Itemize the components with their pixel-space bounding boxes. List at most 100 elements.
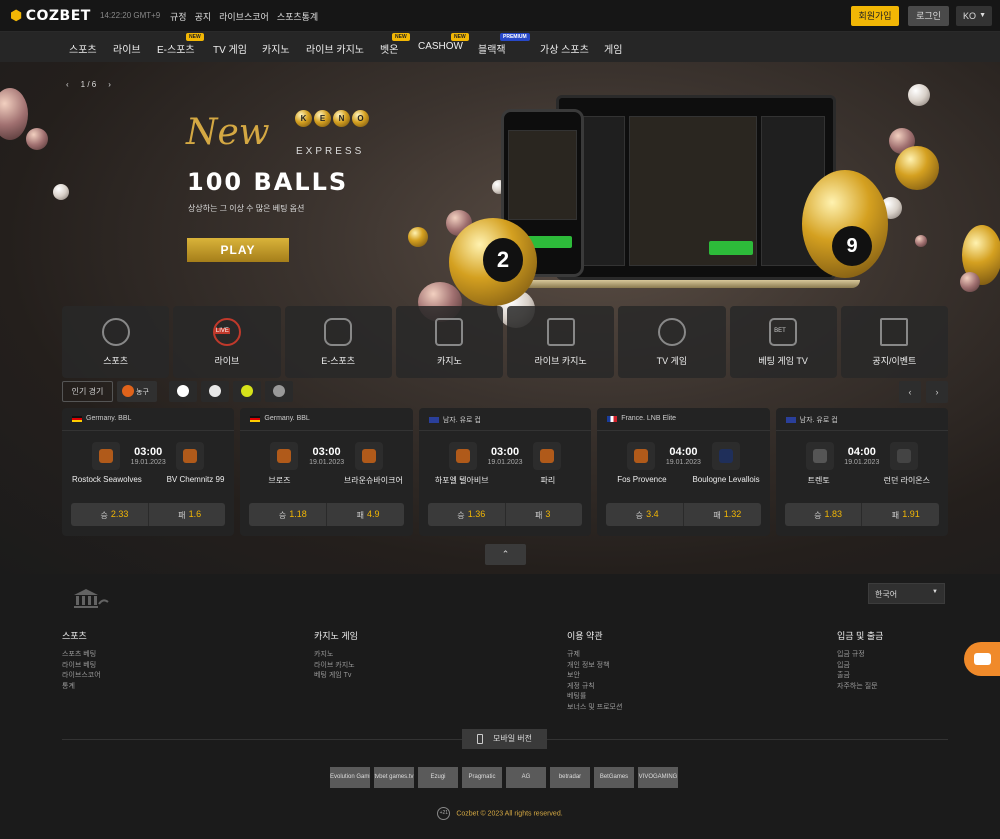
match-date: 19.01.2023	[130, 459, 166, 466]
odds-lose-button[interactable]: 패3	[504, 503, 583, 526]
nav-games[interactable]: 게임	[604, 41, 622, 56]
category-esports[interactable]: E-스포츠	[284, 306, 392, 378]
nav-live[interactable]: 라이브	[113, 41, 141, 56]
footer-link[interactable]: 라이브스코어	[62, 671, 101, 682]
odds-lose-button[interactable]: 패 1.91	[861, 503, 939, 526]
france-flag-icon	[607, 415, 618, 422]
footer-link[interactable]: 게정 규칙	[567, 682, 622, 693]
footer-link[interactable]: 보안	[567, 671, 622, 682]
top-link-livescore[interactable]: 라이브스코어	[219, 10, 269, 23]
footer-link[interactable]: 입금	[837, 661, 883, 672]
odds-win-button[interactable]: 승 1.36	[428, 503, 505, 526]
tab-volleyball[interactable]	[201, 381, 229, 402]
bank-icon	[74, 589, 109, 608]
provider-logo: VIVOGAMING	[638, 767, 678, 788]
login-button[interactable]: 로그인	[908, 6, 949, 26]
ball-number: 2	[483, 238, 523, 282]
decor-ball	[408, 227, 428, 247]
new-badge: NEW	[392, 33, 410, 41]
category-casino[interactable]: 카지노	[395, 306, 503, 378]
provider-logo: AG	[506, 767, 546, 788]
join-button[interactable]: 회원가입	[851, 6, 899, 26]
live-icon: LIVE	[212, 318, 241, 346]
top-link-stats[interactable]: 스포츠통계	[277, 10, 318, 23]
mobile-phone-icon	[476, 733, 483, 744]
footer-link[interactable]: 개인 정보 정책	[567, 661, 622, 672]
footer-link[interactable]: 라이브 베팅	[62, 661, 101, 672]
nav-esports[interactable]: E-스포츠 NEW	[157, 33, 204, 56]
screen-bet-button	[709, 241, 753, 255]
match-date: 19.01.2023	[487, 459, 523, 466]
popular-matches-tab[interactable]: 인기 경기	[62, 381, 113, 402]
footer-link[interactable]: 카지노	[314, 650, 358, 661]
volleyball-icon	[209, 385, 221, 397]
footer-col-title: 이용 약관	[567, 631, 603, 641]
footer-link[interactable]: 입금 규정	[837, 650, 883, 661]
tennis-ball-icon	[241, 385, 253, 397]
chevron-left-icon[interactable]: ‹	[66, 80, 69, 89]
tab-soccer[interactable]	[169, 381, 197, 402]
nav-blackjack[interactable]: 블랙잭 PREMIUM	[478, 33, 530, 56]
chevron-right-icon[interactable]: ›	[108, 80, 111, 89]
cozbet-logo[interactable]: ⬢ COZBET	[10, 8, 91, 24]
category-tv-game[interactable]: TV 게임	[618, 306, 726, 378]
decor-ball	[53, 184, 69, 200]
footer-link[interactable]: 라이브 카지노	[314, 661, 358, 672]
nav-cashow[interactable]: CASHOW NEW	[418, 33, 469, 52]
tab-hockey[interactable]	[265, 381, 293, 402]
odds-lose-button[interactable]: 패 4.9	[326, 503, 404, 526]
keno-express-label: EXPRESS	[296, 146, 365, 157]
play-button[interactable]: PLAY	[187, 238, 289, 262]
divider	[62, 430, 235, 431]
nav-live-casino[interactable]: 라이브 카지노	[306, 41, 364, 56]
footer-link[interactable]: 출금	[837, 671, 883, 682]
chat-button[interactable]	[964, 642, 1000, 676]
category-live-casino[interactable]: 라이브 카지노	[507, 306, 615, 378]
tab-tennis[interactable]	[233, 381, 261, 402]
odds-win-button[interactable]: 승 2.33	[71, 503, 148, 526]
top-link-notice[interactable]: 공지	[195, 10, 212, 23]
odds-win-button[interactable]: 승 3.4	[606, 503, 683, 526]
footer-link[interactable]: 통계	[62, 682, 101, 693]
collapse-button[interactable]: ⌃	[485, 544, 526, 565]
match-card[interactable]: Germany. BBL 03:00 19.01.2023 Rostock Se…	[62, 408, 235, 536]
nav-tv-game[interactable]: TV 게임	[213, 41, 247, 56]
odds-win-button[interactable]: 승 1.18	[249, 503, 326, 526]
nav-casino[interactable]: 카지노	[262, 41, 290, 56]
footer-link[interactable]: 베팅률	[567, 692, 622, 703]
footer-link[interactable]: 자주하는 질문	[837, 682, 883, 693]
next-arrow-button[interactable]: ›	[926, 381, 948, 403]
category-live[interactable]: LIVE 라이브	[173, 306, 281, 378]
odds-lose-button[interactable]: 패 1.32	[682, 503, 761, 526]
category-sports[interactable]: 스포츠	[62, 306, 170, 378]
decor-ball	[960, 272, 980, 292]
footer-link[interactable]: 보너스 및 프로모션	[567, 703, 622, 714]
category-events[interactable]: 공지/이벤트	[840, 306, 948, 378]
category-grid: 스포츠 LIVE 라이브 E-스포츠 카지노 라이브 카지노 TV 게임 BET 베…	[62, 306, 948, 378]
match-card[interactable]: 남자. 유로 컵 03:00 19.01.2023 하포엘 텔아비브 파리 승1…	[418, 408, 592, 536]
mobile-version-button[interactable]: 모바일 버전	[462, 729, 547, 749]
footer-language-select[interactable]: 한국어 ▼	[868, 583, 945, 604]
top-link-rules[interactable]: 규정	[170, 10, 187, 23]
nav-sports[interactable]: 스포츠	[69, 41, 97, 56]
footer-link[interactable]: 규제	[567, 650, 622, 661]
match-card[interactable]: Germany. BBL 03:00 19.01.2023 브로즈 브라운슈바이…	[240, 408, 413, 536]
prev-arrow-button[interactable]: ‹	[899, 381, 921, 403]
age-restriction-icon: +21	[437, 807, 451, 820]
league-label: Germany. BBL	[250, 415, 310, 422]
footer-link[interactable]: 스포츠 베팅	[62, 650, 101, 661]
match-card[interactable]: 남자. 유로 컵 04:00 19.01.2023 트렌토 런던 라이온스 승1…	[775, 408, 949, 536]
nav-virtual-sports[interactable]: 가상 스포츠	[540, 41, 589, 56]
bet-tv-icon: BET	[769, 318, 798, 346]
odds-win-button[interactable]: 승 1.83	[785, 503, 862, 526]
tab-basketball[interactable]: 농구	[117, 381, 157, 402]
decor-ball	[908, 84, 930, 106]
odds-lose-button[interactable]: 패 1.6	[147, 503, 226, 526]
nav-beton[interactable]: 벳온 NEW	[380, 33, 410, 56]
category-bet-tv[interactable]: BET 베팅 게임 TV	[729, 306, 837, 378]
language-button[interactable]: KO ▼	[956, 6, 992, 26]
chevron-left-icon: ‹	[908, 387, 912, 397]
footer-link[interactable]: 베팅 게임 Tv	[314, 671, 358, 682]
keno-logo: K E N O	[295, 110, 369, 127]
match-card[interactable]: France. LNB Elite 04:00 19.01.2023 Fos P…	[597, 408, 770, 536]
